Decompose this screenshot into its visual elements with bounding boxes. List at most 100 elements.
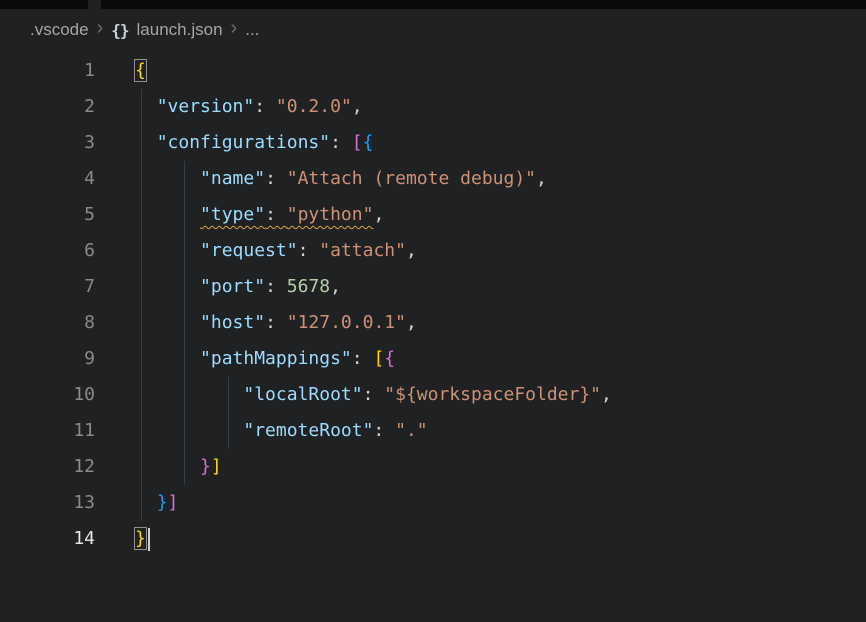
code-line[interactable]: 11 "remoteRoot": "." [0, 413, 866, 449]
code-line[interactable]: 14} [0, 521, 866, 557]
token: "host" [200, 312, 265, 333]
code-line[interactable]: 7 "port": 5678, [0, 269, 866, 305]
code-line[interactable]: 5 "type": "python", [0, 197, 866, 233]
breadcrumb-folder[interactable]: .vscode [30, 20, 89, 40]
line-number[interactable]: 11 [0, 413, 95, 449]
code-line[interactable]: 10 "localRoot": "${workspaceFolder}", [0, 377, 866, 413]
code-text[interactable]: "remoteRoot": "." [135, 413, 866, 449]
code-line[interactable]: 2 "version": "0.2.0", [0, 89, 866, 125]
code-text[interactable]: "name": "Attach (remote debug)", [135, 161, 866, 197]
text-cursor [148, 528, 150, 551]
line-number[interactable]: 7 [0, 269, 95, 305]
token: , [406, 240, 417, 261]
token: : [330, 132, 352, 153]
indent-guide [141, 233, 142, 269]
token: , [352, 96, 363, 117]
editor-window: .vscode › {} launch.json › ... 1{2 "vers… [0, 0, 866, 622]
line-number[interactable]: 3 [0, 125, 95, 161]
token: } [157, 492, 168, 513]
token: : [254, 96, 276, 117]
chevron-right-icon: › [231, 18, 238, 38]
token: "attach" [319, 240, 406, 261]
code-text[interactable]: "localRoot": "${workspaceFolder}", [135, 377, 866, 413]
code-text[interactable]: "request": "attach", [135, 233, 866, 269]
code-line[interactable]: 12 }] [0, 449, 866, 485]
token: } [200, 456, 211, 477]
token: , [406, 312, 417, 333]
breadcrumb-file[interactable]: launch.json [137, 20, 223, 40]
indent-guide [141, 305, 142, 341]
line-number[interactable]: 1 [0, 53, 95, 89]
line-number[interactable]: 6 [0, 233, 95, 269]
indent-guide [184, 269, 185, 305]
line-number[interactable]: 13 [0, 485, 95, 521]
code-line[interactable]: 6 "request": "attach", [0, 233, 866, 269]
token: "remoteRoot" [243, 420, 373, 441]
code-text[interactable]: }] [135, 485, 866, 521]
indent-guide [184, 413, 185, 449]
token: : [265, 168, 287, 189]
token: : [265, 312, 287, 333]
code-line[interactable]: 1{ [0, 53, 866, 89]
indent-guide [141, 125, 142, 161]
line-number[interactable]: 9 [0, 341, 95, 377]
token: "type" [200, 204, 265, 225]
code-text[interactable]: "version": "0.2.0", [135, 89, 866, 125]
indent-guide [141, 449, 142, 485]
indent-guide [184, 233, 185, 269]
indent-guide [141, 413, 142, 449]
indent-guide [141, 161, 142, 197]
line-number[interactable]: 5 [0, 197, 95, 233]
breadcrumb: .vscode › {} launch.json › ... [0, 9, 866, 51]
breadcrumb-ellipsis[interactable]: ... [245, 20, 259, 40]
token: ] [168, 492, 179, 513]
code-line[interactable]: 13 }] [0, 485, 866, 521]
token: : [373, 420, 395, 441]
token: : [298, 240, 320, 261]
indent-guide [184, 449, 185, 485]
token: "configurations" [157, 132, 330, 153]
line-number[interactable]: 2 [0, 89, 95, 125]
code-text[interactable]: "type": "python", [135, 197, 866, 233]
line-number[interactable]: 8 [0, 305, 95, 341]
code-text[interactable]: "configurations": [{ [135, 125, 866, 161]
line-number[interactable]: 14 [0, 521, 95, 557]
token: "port" [200, 276, 265, 297]
code-line[interactable]: 3 "configurations": [{ [0, 125, 866, 161]
token: , [330, 276, 341, 297]
code-text[interactable]: "pathMappings": [{ [135, 341, 866, 377]
code-text[interactable]: { [135, 53, 866, 89]
token: , [601, 384, 612, 405]
code-line[interactable]: 9 "pathMappings": [{ [0, 341, 866, 377]
code-line[interactable]: 8 "host": "127.0.0.1", [0, 305, 866, 341]
code-text[interactable]: "host": "127.0.0.1", [135, 305, 866, 341]
indent-guide [184, 377, 185, 413]
line-number[interactable]: 10 [0, 377, 95, 413]
token: : [265, 276, 287, 297]
token: "${workspaceFolder}" [384, 384, 601, 405]
code-text[interactable]: }] [135, 449, 866, 485]
indent-guide [228, 377, 229, 413]
code-line[interactable]: 4 "name": "Attach (remote debug)", [0, 161, 866, 197]
indent-guide [141, 485, 142, 521]
indent-guide [184, 197, 185, 233]
token: "name" [200, 168, 265, 189]
token: ] [211, 456, 222, 477]
token: "version" [157, 96, 255, 117]
indent-guide [184, 161, 185, 197]
token: { [384, 348, 395, 369]
token: "." [395, 420, 428, 441]
tab-divider [88, 0, 101, 9]
token: "pathMappings" [200, 348, 352, 369]
indent-guide [141, 89, 142, 125]
token: [ [352, 132, 363, 153]
token: [ [373, 348, 384, 369]
code-text[interactable]: } [135, 521, 866, 557]
indent-guide [141, 377, 142, 413]
code-text[interactable]: "port": 5678, [135, 269, 866, 305]
line-number[interactable]: 4 [0, 161, 95, 197]
code-lines: 1{2 "version": "0.2.0",3 "configurations… [0, 53, 866, 557]
indent-guide [141, 341, 142, 377]
line-number[interactable]: 12 [0, 449, 95, 485]
json-file-icon: {} [111, 21, 128, 40]
